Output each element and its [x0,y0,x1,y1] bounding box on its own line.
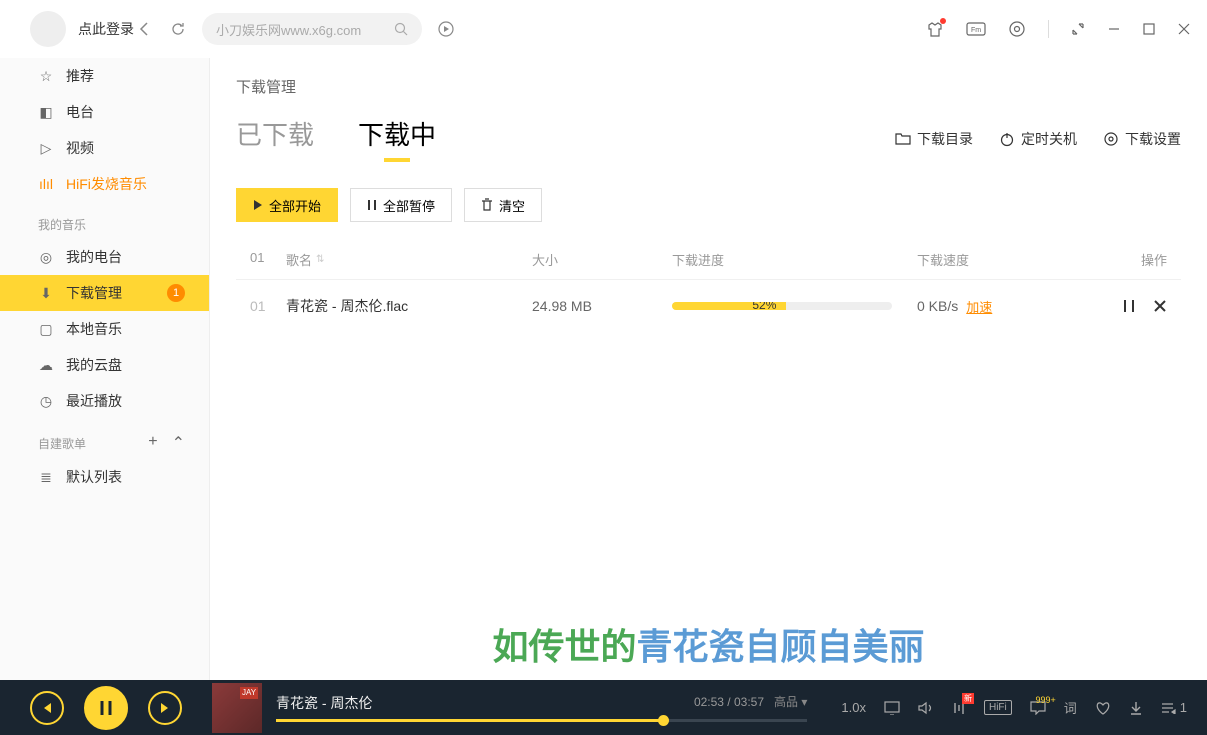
sidebar-item-local[interactable]: ▢本地音乐 [0,311,209,347]
play-icon [253,199,263,211]
table-header: 01 歌名⇅ 大小 下载进度 下载速度 操作 [236,240,1181,280]
star-icon: ☆ [38,68,54,85]
search-placeholder: 小刀娱乐网www.x6g.com [216,20,394,39]
add-playlist-icon[interactable]: + [148,433,157,453]
shutdown-timer-button[interactable]: 定时关机 [999,129,1077,149]
sort-icon: ⇅ [316,254,324,265]
speed-button[interactable]: 1.0x [841,700,866,715]
power-icon [999,131,1015,147]
sidebar-item-hifi[interactable]: ılılHiFi发烧音乐 [0,166,209,202]
sidebar-item-recent[interactable]: ◷最近播放 [0,383,209,419]
comments-icon[interactable]: 999+ [1030,701,1046,715]
search-input[interactable]: 小刀娱乐网www.x6g.com [202,13,422,45]
sidebar-section-my-music: 我的音乐 [0,202,209,239]
tab-downloaded[interactable]: 已下载 [236,115,314,162]
folder-icon [895,132,911,146]
effects-icon[interactable]: 新 [952,701,966,715]
row-delete-button[interactable] [1153,299,1167,313]
desktop-lyrics-icon[interactable] [884,701,900,715]
download-dir-button[interactable]: 下载目录 [895,129,973,149]
trash-icon [481,198,493,212]
sidebar-section-playlist: 自建歌单+⌃ [0,419,209,459]
lyrics-overlay: 如传世的青花瓷自顾自美丽 [492,618,924,670]
radio-icon: ◧ [38,104,54,121]
refresh-button[interactable] [168,19,188,39]
album-art[interactable]: JAY [212,683,262,733]
download-badge: 1 [167,284,185,302]
list-icon: ≣ [38,469,54,486]
login-link[interactable]: 点此登录 [78,19,134,39]
sidebar-item-video[interactable]: ▷视频 [0,130,209,166]
sidebar-item-radio[interactable]: ◧电台 [0,94,209,130]
row-progress: 52% [672,302,917,310]
tab-downloading[interactable]: 下载中 [358,115,436,162]
maximize-button[interactable] [1143,23,1155,35]
player-bar: JAY 青花瓷 - 周杰伦 02:53 / 03:57 高品 ▾ 1.0x 新 … [0,680,1207,735]
row-size: 24.98 MB [532,298,672,314]
minimize-button[interactable] [1107,22,1121,36]
back-button[interactable] [134,19,154,39]
hifi-button[interactable]: HiFi [984,700,1012,715]
sidebar-item-cloud[interactable]: ☁我的云盘 [0,347,209,383]
mini-icon[interactable] [1071,22,1085,36]
start-all-button[interactable]: 全部开始 [236,188,338,222]
toolbar: 全部开始 全部暂停 清空 [236,188,1181,222]
col-ops: 操作 [1087,250,1167,269]
favorite-icon[interactable] [1095,701,1111,715]
col-progress: 下载进度 [672,250,917,269]
accelerate-link[interactable]: 加速 [966,297,992,316]
sidebar-item-default-list[interactable]: ≣默认列表 [0,459,209,495]
listen-icon[interactable] [436,19,456,39]
sidebar: ☆推荐 ◧电台 ▷视频 ılılHiFi发烧音乐 我的音乐 ◎我的电台 ⬇下载管… [0,58,210,680]
playlist-queue-icon[interactable]: 1 [1161,700,1187,715]
download-table: 01 歌名⇅ 大小 下载进度 下载速度 操作 01 青花瓷 - 周杰伦.flac… [236,240,1181,332]
page-title: 下载管理 [236,76,1181,97]
tabs: 已下载 下载中 下载目录 定时关机 下载设置 [236,115,1181,162]
col-speed: 下载速度 [917,250,1087,269]
download-settings-button[interactable]: 下载设置 [1103,129,1181,149]
prev-track-button[interactable] [30,691,64,725]
cloud-icon: ☁ [38,357,54,374]
play-pause-button[interactable] [84,686,128,730]
video-icon: ▷ [38,140,54,157]
col-size: 大小 [532,250,672,269]
fm-icon[interactable]: Fm [966,21,986,37]
volume-icon[interactable] [918,701,934,715]
sidebar-item-recommend[interactable]: ☆推荐 [0,58,209,94]
download-track-icon[interactable] [1129,701,1143,715]
col-index: 01 [250,250,286,269]
next-track-button[interactable] [148,691,182,725]
progress-bar[interactable] [276,719,807,722]
download-icon: ⬇ [38,285,54,302]
row-index: 01 [250,298,286,314]
search-icon [394,22,408,36]
avatar[interactable] [30,11,66,47]
clock-icon: ◷ [38,393,54,410]
monitor-icon: ▢ [38,321,54,338]
skin-icon[interactable] [926,20,944,38]
hifi-icon: ılıl [38,176,54,192]
gear-icon[interactable] [1008,20,1026,38]
pause-all-button[interactable]: 全部暂停 [350,188,452,222]
time-elapsed: 02:53 / 03:57 [694,695,764,709]
row-speed: 0 KB/s加速 [917,297,1087,316]
titlebar: 点此登录 小刀娱乐网www.x6g.com Fm [0,0,1207,58]
close-button[interactable] [1177,22,1191,36]
lyrics-icon[interactable]: 词 [1064,698,1077,717]
row-name: 青花瓷 - 周杰伦.flac [286,296,532,316]
sidebar-item-my-radio[interactable]: ◎我的电台 [0,239,209,275]
main-content: 下载管理 已下载 下载中 下载目录 定时关机 下载设置 全部开始 全部暂停 清空… [210,58,1207,680]
clear-button[interactable]: 清空 [464,188,542,222]
quality-button[interactable]: 高品 ▾ [774,693,807,710]
svg-text:Fm: Fm [971,27,981,34]
row-pause-button[interactable] [1123,299,1135,313]
col-name[interactable]: 歌名⇅ [286,250,532,269]
collapse-icon[interactable]: ⌃ [172,433,185,453]
pause-icon [367,199,377,211]
gear-icon [1103,131,1119,147]
sidebar-item-download[interactable]: ⬇下载管理1 [0,275,209,311]
table-row[interactable]: 01 青花瓷 - 周杰伦.flac 24.98 MB 52% 0 KB/s加速 [236,280,1181,332]
broadcast-icon: ◎ [38,249,54,266]
track-info: 青花瓷 - 周杰伦 02:53 / 03:57 高品 ▾ [276,693,807,722]
